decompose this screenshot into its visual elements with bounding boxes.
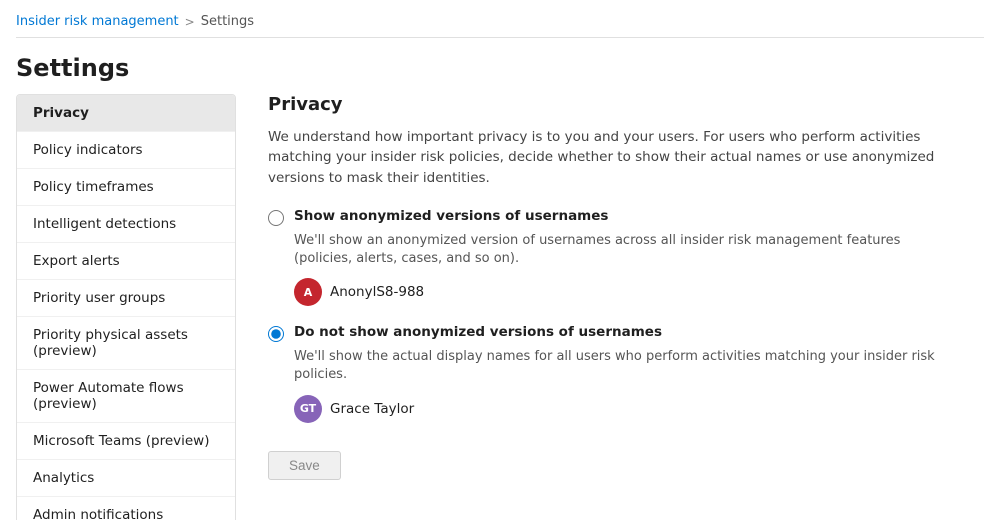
breadcrumb-parent[interactable]: Insider risk management [16,14,179,29]
sidebar-item-export-alerts[interactable]: Export alerts [17,243,235,280]
user-name-real: Grace Taylor [330,401,414,417]
sidebar-item-policy-timeframes[interactable]: Policy timeframes [17,169,235,206]
sidebar-item-analytics[interactable]: Analytics [17,460,235,497]
option-group-2: Do not show anonymized versions of usern… [268,324,952,422]
sidebar-item-intelligent-detections[interactable]: Intelligent detections [17,206,235,243]
page-title: Settings [16,38,984,94]
user-name-anonymized: AnonylS8-988 [330,284,424,300]
sidebar-item-power-automate-flows[interactable]: Power Automate flows (preview) [17,370,235,423]
content-area: PrivacyPolicy indicatorsPolicy timeframe… [16,94,984,520]
radio-not-anonymized-description: We'll show the actual display names for … [294,348,952,384]
user-pill-anonymized: A AnonylS8-988 [294,278,952,306]
breadcrumb-separator: > [185,15,195,29]
radio-anonymized-description: We'll show an anonymized version of user… [294,232,952,268]
option-group-1: Show anonymized versions of usernames We… [268,208,952,306]
save-button[interactable]: Save [268,451,341,480]
section-title: Privacy [268,94,952,115]
sidebar-item-priority-user-groups[interactable]: Priority user groups [17,280,235,317]
main-content: Privacy We understand how important priv… [236,94,984,520]
sidebar: PrivacyPolicy indicatorsPolicy timeframe… [16,94,236,520]
breadcrumb: Insider risk management > Settings [16,0,984,38]
radio-not-anonymized[interactable] [268,326,284,342]
sidebar-item-priority-physical-assets[interactable]: Priority physical assets (preview) [17,317,235,370]
privacy-description: We understand how important privacy is t… [268,127,948,188]
radio-anonymized[interactable] [268,210,284,226]
sidebar-item-admin-notifications[interactable]: Admin notifications [17,497,235,520]
radio-not-anonymized-label: Do not show anonymized versions of usern… [294,324,662,340]
sidebar-item-microsoft-teams[interactable]: Microsoft Teams (preview) [17,423,235,460]
radio-option-1[interactable]: Show anonymized versions of usernames [268,208,952,226]
avatar-real: GT [294,395,322,423]
radio-anonymized-label: Show anonymized versions of usernames [294,208,608,224]
avatar-anonymized: A [294,278,322,306]
user-pill-real: GT Grace Taylor [294,395,952,423]
radio-option-2[interactable]: Do not show anonymized versions of usern… [268,324,952,342]
sidebar-item-policy-indicators[interactable]: Policy indicators [17,132,235,169]
sidebar-item-privacy[interactable]: Privacy [17,95,235,132]
breadcrumb-current: Settings [201,14,254,29]
